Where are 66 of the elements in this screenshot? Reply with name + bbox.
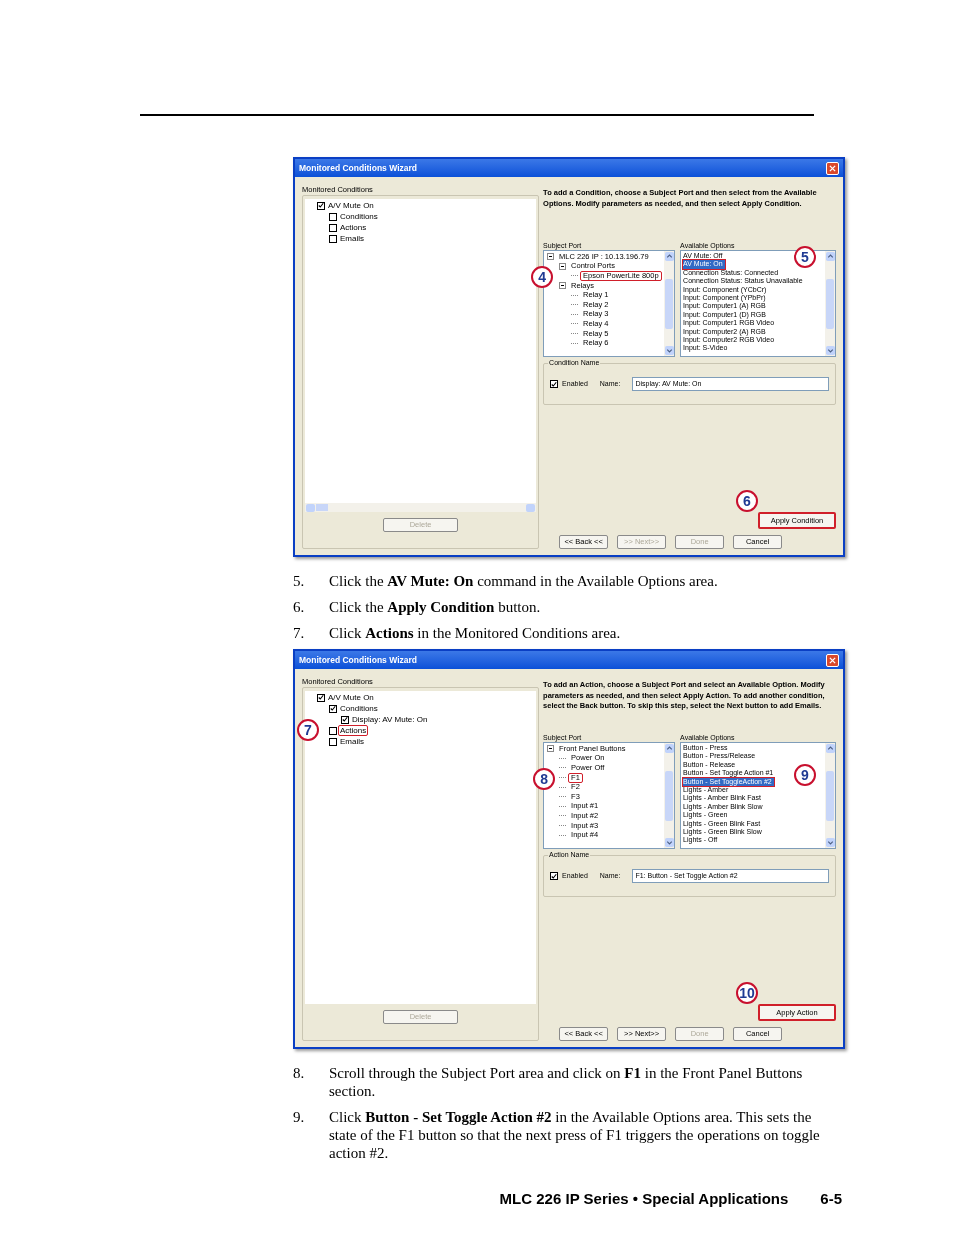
close-icon	[829, 164, 836, 172]
checkbox[interactable]	[329, 737, 337, 746]
step-callout: 6	[736, 490, 758, 512]
step-callout: 8	[533, 767, 556, 790]
step-text: Click the AV Mute: On command in the Available Options area.	[329, 572, 718, 590]
scroll-thumb[interactable]	[826, 770, 834, 821]
checkbox[interactable]	[329, 234, 337, 243]
tree-item[interactable]: Conditions	[338, 703, 380, 714]
step-number: 6.	[293, 598, 306, 616]
tree-item[interactable]: Emails	[338, 736, 366, 747]
step-number: 9.	[293, 1108, 306, 1127]
vertical-scrollbar[interactable]	[664, 743, 675, 848]
vertical-scrollbar[interactable]	[664, 251, 675, 356]
collapse-icon[interactable]	[559, 282, 567, 290]
checkbox[interactable]	[341, 715, 349, 724]
scroll-up-icon[interactable]	[664, 744, 674, 753]
checkbox[interactable]	[329, 704, 337, 713]
vertical-scrollbar[interactable]	[825, 251, 835, 356]
step-number: 5.	[293, 572, 306, 590]
vertical-scrollbar[interactable]	[825, 743, 835, 848]
tree-item[interactable]: Conditions	[338, 211, 380, 222]
step-callout: 10	[736, 982, 758, 1004]
checkbox[interactable]	[329, 726, 337, 735]
close-button[interactable]	[826, 161, 839, 175]
scroll-thumb[interactable]	[665, 770, 674, 821]
collapse-icon[interactable]	[547, 253, 555, 261]
tree-item[interactable]: A/V Mute On	[326, 692, 376, 703]
step-text: Click the Apply Condition button.	[329, 598, 541, 616]
scroll-down-icon[interactable]	[825, 838, 835, 847]
tree-item[interactable]: Display: AV Mute: On	[350, 714, 430, 725]
checkbox[interactable]	[550, 872, 559, 880]
close-button[interactable]	[826, 653, 839, 667]
scroll-down-icon[interactable]	[825, 346, 835, 355]
page-number: 6-5	[820, 1189, 842, 1209]
footer-title: MLC 226 IP Series • Special Applications	[499, 1189, 789, 1209]
window-title: Monitored Conditions Wizard	[299, 161, 417, 175]
step-callout: 7	[297, 719, 319, 741]
window-title: Monitored Conditions Wizard	[299, 653, 417, 667]
scroll-thumb[interactable]	[826, 278, 834, 329]
scroll-thumb[interactable]	[665, 278, 674, 329]
step-text: Click Actions in the Monitored Conditions area.	[329, 624, 621, 642]
step-callout: 4	[531, 266, 554, 289]
scroll-up-icon[interactable]	[825, 744, 835, 753]
checkbox[interactable]	[317, 693, 325, 702]
step-text: Click Button - Set Toggle Action #2 in the Available Options area. This sets the state of the F1 button so that the next press of F1 triggers the operations on toggle action #2.	[329, 1108, 821, 1162]
checkbox[interactable]	[329, 212, 337, 221]
step-text: Scroll through the Subject Port area and click on F1 in the Front Panel Buttons section.	[329, 1064, 804, 1100]
tree-item[interactable]: A/V Mute On	[326, 200, 376, 211]
scroll-down-icon[interactable]	[664, 838, 674, 847]
scroll-down-icon[interactable]	[664, 346, 674, 355]
horizontal-scrollbar[interactable]	[305, 503, 537, 512]
tree-item[interactable]: Actions	[338, 725, 369, 736]
collapse-icon[interactable]	[559, 262, 567, 270]
step-number: 8.	[293, 1064, 306, 1083]
tree-item[interactable]: Emails	[338, 233, 366, 244]
step-number: 7.	[293, 624, 306, 642]
collapse-icon[interactable]	[547, 745, 555, 753]
checkbox[interactable]	[550, 380, 559, 388]
checkbox[interactable]	[329, 223, 337, 232]
step-callout: 5	[794, 246, 816, 269]
scroll-up-icon[interactable]	[664, 252, 674, 261]
close-icon	[829, 656, 836, 664]
step-callout: 9	[794, 763, 816, 786]
tree-item[interactable]: Actions	[338, 222, 369, 233]
checkbox[interactable]	[317, 201, 325, 210]
scroll-up-icon[interactable]	[825, 252, 835, 261]
